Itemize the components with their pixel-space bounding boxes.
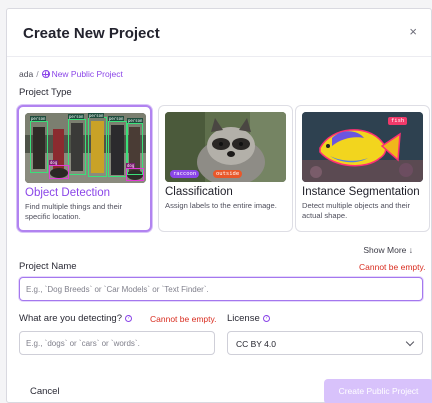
box-label: person (108, 116, 125, 121)
box-label: person (88, 113, 105, 118)
create-project-dialog: Create New Project × ada / New Public Pr… (6, 8, 432, 403)
detecting-error: Cannot be empty. (150, 314, 217, 324)
detecting-label: What are you detecting?? (19, 313, 132, 324)
bounding-box (30, 121, 48, 173)
chevron-down-icon (405, 337, 415, 347)
help-icon[interactable]: ? (124, 314, 132, 322)
card-description: Detect multiple objects and their actual… (302, 201, 411, 220)
class-tag: outside (213, 170, 243, 178)
project-type-label: Project Type (19, 87, 72, 98)
card-title: Classification (165, 186, 233, 198)
bounding-box (88, 117, 107, 177)
detecting-label-text: What are you detecting? (19, 313, 122, 324)
type-card-object-detection[interactable]: person person person person person dog d… (17, 105, 152, 232)
class-tag: fish (388, 117, 408, 125)
create-project-button[interactable]: Create Public Project (324, 379, 432, 403)
cancel-button[interactable]: Cancel (30, 386, 60, 397)
box-label: dog (126, 163, 136, 168)
classification-image: raccoon outside (165, 112, 286, 182)
license-value: CC BY 4.0 (236, 339, 277, 349)
close-icon[interactable]: × (409, 24, 417, 39)
breadcrumb: ada / New Public Project (19, 69, 123, 79)
bounding-box (68, 119, 86, 175)
license-label-text: License (227, 313, 260, 324)
box-label: person (127, 118, 144, 123)
project-name-input[interactable] (19, 277, 423, 301)
type-card-instance-segmentation[interactable]: fish Instance Segmentation Detect multip… (295, 105, 430, 232)
breadcrumb-current: New Public Project (41, 69, 123, 79)
card-description: Assign labels to the entire image. (165, 201, 277, 210)
breadcrumb-separator: / (36, 69, 39, 79)
object-detection-image: person person person person person dog d… (25, 113, 146, 183)
breadcrumb-workspace[interactable]: ada (19, 69, 33, 79)
project-name-label: Project Name (19, 261, 77, 272)
project-name-error: Cannot be empty. (359, 262, 426, 272)
dialog-header: Create New Project × (7, 9, 431, 57)
license-label: License? (227, 313, 270, 324)
segmentation-image: fish (302, 112, 423, 182)
detecting-input[interactable] (19, 331, 215, 355)
card-title: Instance Segmentation (302, 186, 420, 198)
bounding-box (108, 121, 127, 177)
box-label: dog (49, 160, 59, 165)
show-more-link[interactable]: Show More ↓ (363, 245, 413, 255)
license-select[interactable]: CC BY 4.0 (227, 331, 423, 355)
dialog-title: Create New Project (23, 25, 160, 42)
box-label: person (68, 114, 85, 119)
globe-icon (41, 70, 50, 78)
card-title: Object Detection (25, 187, 111, 199)
type-card-classification[interactable]: raccoon outside Classification Assign la… (158, 105, 293, 232)
breadcrumb-current-label: New Public Project (51, 69, 123, 79)
help-icon[interactable]: ? (262, 314, 270, 322)
bounding-box (49, 165, 69, 179)
box-label: person (30, 116, 47, 121)
card-description: Find multiple things and their specific … (25, 202, 123, 221)
class-tag: raccoon (170, 170, 200, 178)
bounding-box (126, 168, 144, 181)
